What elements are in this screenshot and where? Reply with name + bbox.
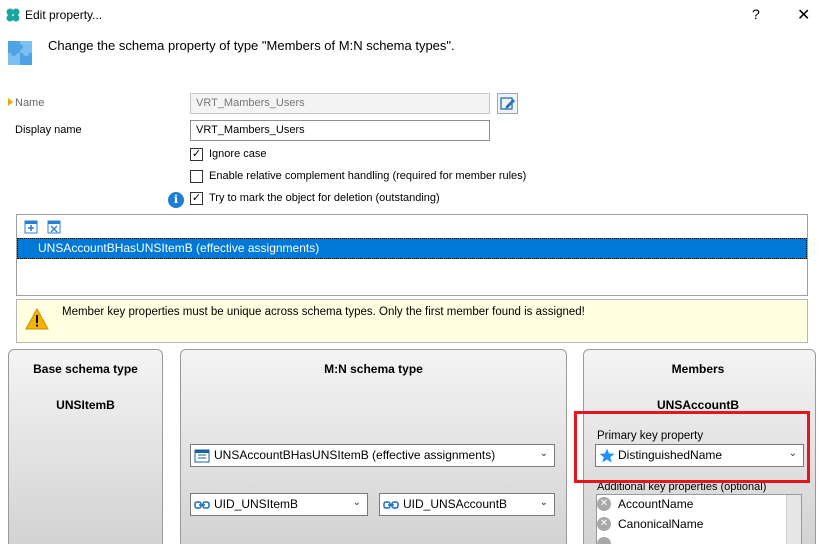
add-member-button[interactable]	[24, 218, 38, 237]
add-table-icon	[24, 220, 38, 234]
name-field[interactable]: VRT_Mambers_Users	[190, 93, 490, 114]
relative-complement-label: Enable relative complement handling (req…	[209, 170, 527, 182]
key-link-icon	[194, 501, 210, 509]
display-name-field[interactable]: VRT_Mambers_Users	[190, 120, 490, 141]
chevron-down-icon: ⌄	[539, 497, 548, 508]
chevron-down-icon: ⌄	[539, 448, 548, 459]
name-label: Name	[15, 97, 45, 109]
help-button[interactable]: ?	[752, 6, 760, 22]
title-bar	[0, 0, 820, 30]
highlight-box	[574, 411, 810, 483]
members-type-name: UNSAccountB	[656, 398, 739, 412]
list-item[interactable]: AccountName	[618, 497, 693, 511]
scrollbar[interactable]	[786, 495, 801, 544]
app-icon	[5, 7, 21, 26]
warning-icon	[25, 307, 49, 333]
base-schema-panel	[8, 349, 163, 544]
base-schema-type-name: UNSItemB	[56, 398, 115, 412]
chevron-down-icon: ⌄	[352, 497, 361, 508]
mn-schema-title: M:N schema type	[324, 362, 423, 376]
base-schema-title: Base schema type	[33, 362, 138, 376]
remove-key-icon[interactable]	[597, 537, 611, 544]
mn-schema-combo-value: UNSAccountBHasUNSItemB (effective assign…	[214, 448, 496, 462]
key-link-icon	[383, 501, 399, 509]
left-key-combo[interactable]: UID_UNSItemB ⌄	[190, 493, 368, 516]
remove-key-icon[interactable]: ✕	[597, 517, 611, 531]
remove-member-button[interactable]	[47, 218, 61, 237]
display-name-label: Display name	[15, 124, 82, 136]
right-key-value: UID_UNSAccountB	[403, 497, 508, 511]
edit-name-button[interactable]	[497, 93, 518, 114]
pencil-icon	[500, 97, 515, 110]
list-item[interactable]: CanonicalName	[618, 517, 703, 531]
left-key-value: UID_UNSItemB	[214, 497, 299, 511]
relation-table-icon	[194, 449, 210, 463]
close-button[interactable]: ✕	[797, 5, 810, 25]
remove-table-icon	[47, 220, 61, 234]
window-title: Edit property...	[25, 8, 103, 22]
members-title: Members	[671, 362, 725, 376]
right-key-combo[interactable]: UID_UNSAccountB ⌄	[379, 493, 555, 516]
relative-complement-checkbox[interactable]	[190, 170, 203, 183]
warning-text: Member key properties must be unique acr…	[62, 306, 585, 318]
puzzle-icon	[6, 35, 38, 72]
mn-schema-combo[interactable]: UNSAccountBHasUNSItemB (effective assign…	[190, 444, 555, 467]
info-icon: i	[168, 192, 184, 208]
ignore-case-checkbox[interactable]: ✓	[190, 148, 203, 161]
mark-deletion-label: Try to mark the object for deletion (out…	[209, 192, 440, 204]
mark-deletion-checkbox[interactable]: ✓	[190, 192, 203, 205]
ignore-case-label: Ignore case	[209, 148, 267, 160]
required-marker-icon	[8, 98, 13, 106]
header-description: Change the schema property of type "Memb…	[48, 38, 455, 53]
remove-key-icon[interactable]: ✕	[597, 497, 611, 511]
list-item-label: UNSAccountBHasUNSItemB (effective assign…	[38, 241, 320, 255]
